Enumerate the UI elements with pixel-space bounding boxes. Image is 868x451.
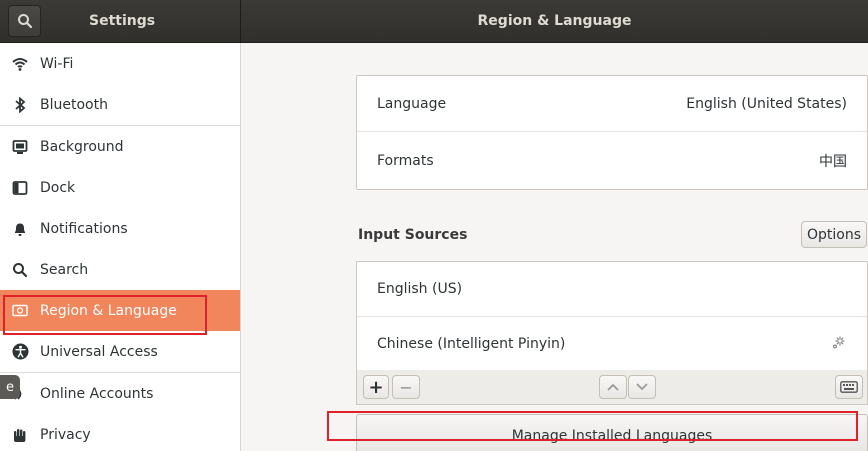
sidebar-item-label: Online Accounts bbox=[40, 385, 154, 402]
input-source-label: English (US) bbox=[377, 281, 463, 297]
formats-label: Formats bbox=[377, 152, 434, 169]
floating-tab-label: e bbox=[6, 379, 14, 395]
sidebar-item-online-accounts[interactable]: Online Accounts bbox=[0, 373, 240, 414]
hand-icon bbox=[11, 426, 29, 444]
gear-icon[interactable] bbox=[831, 334, 847, 354]
background-icon bbox=[11, 138, 29, 156]
sidebar-item-wifi[interactable]: Wi-Fi bbox=[0, 43, 240, 84]
search-icon bbox=[11, 261, 29, 279]
annotation-box bbox=[3, 295, 207, 335]
sidebar-item-label: Background bbox=[40, 138, 124, 155]
wifi-icon bbox=[11, 55, 29, 73]
sidebar-item-background[interactable]: Background bbox=[0, 126, 240, 167]
input-sources-toolbar: + − bbox=[356, 370, 868, 405]
header-bar: Settings Region & Language bbox=[0, 0, 868, 43]
input-source-label: Chinese (Intelligent Pinyin) bbox=[377, 336, 566, 352]
language-label: Language bbox=[377, 95, 447, 112]
sidebar-item-privacy[interactable]: Privacy bbox=[0, 414, 240, 451]
bluetooth-icon bbox=[11, 96, 29, 114]
remove-input-source-button[interactable]: − bbox=[392, 375, 420, 399]
bell-icon bbox=[11, 220, 29, 238]
chevron-down-icon bbox=[636, 383, 648, 391]
sidebar-item-label: Wi-Fi bbox=[40, 55, 74, 72]
dock-icon bbox=[11, 179, 29, 197]
options-button[interactable]: Options bbox=[801, 221, 867, 248]
sidebar-item-label: Bluetooth bbox=[40, 96, 108, 113]
sidebar-item-label: Privacy bbox=[40, 426, 91, 443]
sidebar-item-label: Universal Access bbox=[40, 343, 158, 360]
formats-value: 中国 bbox=[819, 153, 847, 170]
page-title: Region & Language bbox=[477, 13, 632, 29]
formats-row[interactable]: Formats 中国 bbox=[357, 132, 867, 189]
input-source-row[interactable]: English (US) bbox=[357, 262, 867, 316]
floating-tab[interactable]: e bbox=[0, 375, 20, 399]
add-input-source-button[interactable]: + bbox=[363, 375, 389, 399]
input-sources-title: Input Sources bbox=[358, 227, 468, 243]
sidebar-item-dock[interactable]: Dock bbox=[0, 167, 240, 208]
move-up-button[interactable] bbox=[599, 375, 627, 399]
language-row[interactable]: Language English (United States) bbox=[357, 76, 867, 131]
keyboard-icon bbox=[840, 381, 858, 393]
move-down-button[interactable] bbox=[628, 375, 656, 399]
chevron-up-icon bbox=[607, 383, 619, 391]
accessibility-icon bbox=[11, 343, 29, 361]
sidebar: Wi-Fi Bluetooth Background Dock Notifica… bbox=[0, 43, 241, 451]
add-label: + bbox=[368, 376, 384, 398]
options-label: Options bbox=[806, 226, 862, 243]
input-sources-list: English (US) Chinese (Intelligent Pinyin… bbox=[356, 261, 868, 371]
language-value: English (United States) bbox=[686, 95, 847, 112]
input-source-row[interactable]: Chinese (Intelligent Pinyin) bbox=[357, 317, 867, 371]
sidebar-item-bluetooth[interactable]: Bluetooth bbox=[0, 84, 240, 125]
sidebar-item-universal-access[interactable]: Universal Access bbox=[0, 331, 240, 372]
sidebar-item-search[interactable]: Search bbox=[0, 249, 240, 290]
sidebar-item-label: Dock bbox=[40, 179, 76, 196]
keyboard-layout-button[interactable] bbox=[835, 375, 863, 399]
sidebar-item-label: Notifications bbox=[40, 220, 128, 237]
remove-label: − bbox=[399, 377, 413, 397]
annotation-box bbox=[327, 411, 858, 441]
sidebar-item-notifications[interactable]: Notifications bbox=[0, 208, 240, 249]
language-formats-list: Language English (United States) Formats… bbox=[356, 75, 868, 190]
sidebar-item-label: Search bbox=[40, 261, 89, 278]
